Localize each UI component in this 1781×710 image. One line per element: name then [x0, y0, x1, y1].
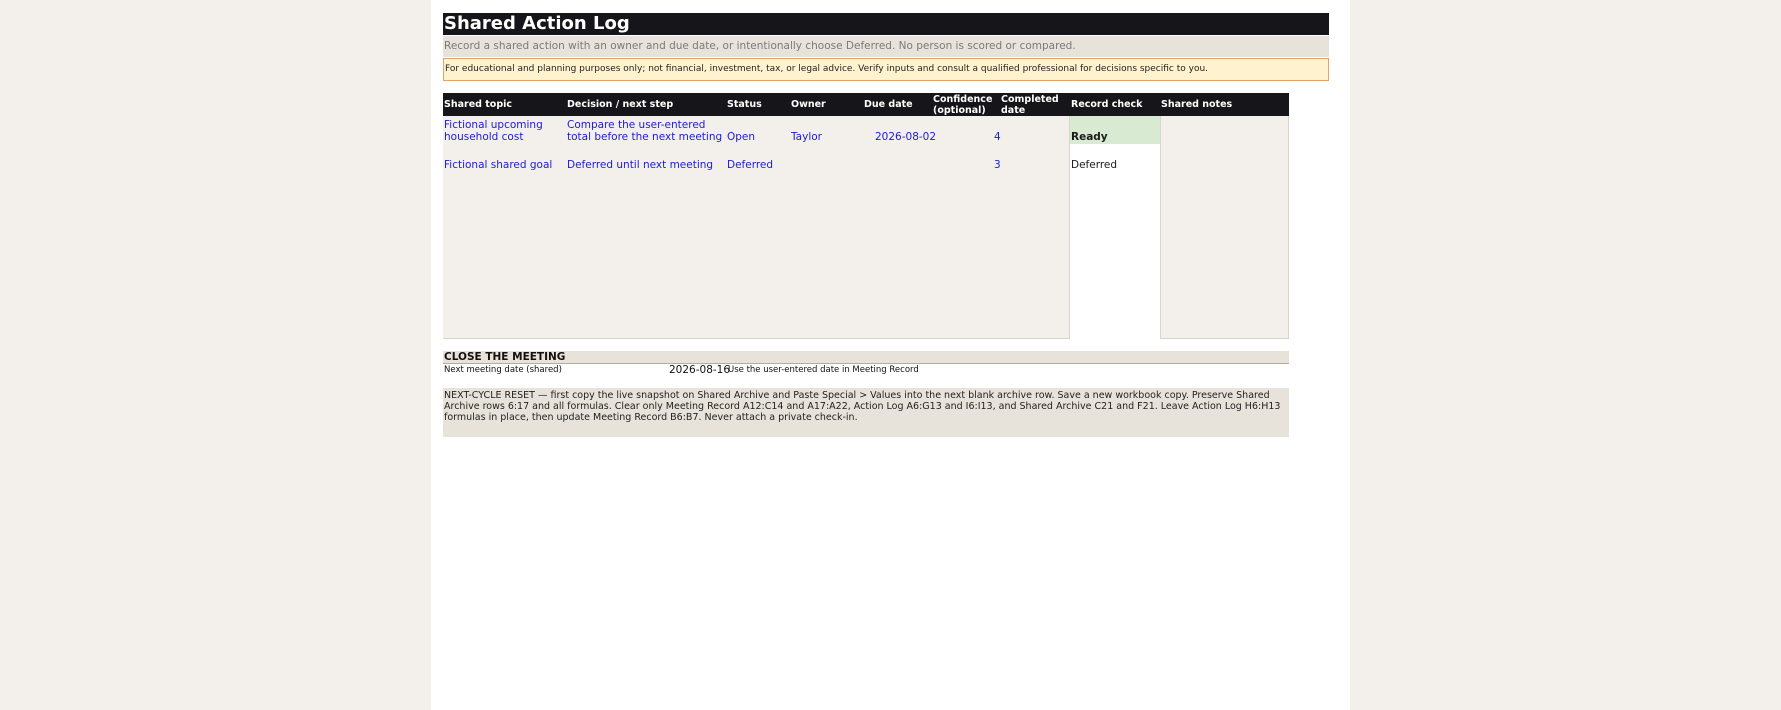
column-header-owner[interactable]: Owner	[790, 93, 863, 116]
row1-record-check: Ready	[1071, 131, 1108, 143]
column-header-shared-topic[interactable]: Shared topic	[443, 93, 566, 116]
column-header-status[interactable]: Status	[726, 93, 790, 116]
row1-topic-line1[interactable]: Fictional upcoming household cost	[444, 119, 544, 143]
action-log-input-area	[443, 116, 1070, 339]
row1-due-date[interactable]: 2026-08-02	[875, 131, 936, 144]
table-header: Shared topic Decision / next step Status…	[443, 93, 1289, 116]
column-header-completed-date[interactable]: Completed date	[1000, 93, 1070, 116]
row2-status[interactable]: Deferred	[727, 159, 773, 172]
page-title: Shared Action Log	[443, 13, 1329, 35]
row2-record-check: Deferred	[1071, 159, 1118, 171]
row1-status[interactable]: Open	[727, 131, 755, 144]
row1-owner[interactable]: Taylor	[791, 131, 822, 144]
column-header-due-date[interactable]: Due date	[863, 93, 932, 116]
row2-topic[interactable]: Fictional shared goal	[444, 159, 552, 172]
page-subtitle: Record a shared action with an owner and…	[443, 36, 1329, 57]
disclaimer-banner: For educational and planning purposes on…	[443, 58, 1329, 81]
next-meeting-date[interactable]: 2026-08-16	[669, 364, 730, 376]
row2-confidence[interactable]: 3	[994, 159, 1001, 172]
close-meeting-heading: CLOSE THE MEETING	[443, 351, 1289, 364]
row2-decision[interactable]: Deferred until next meeting	[567, 159, 713, 172]
row1-decision-cell[interactable]: Compare the user-entered total before th…	[567, 119, 727, 143]
row1-confidence[interactable]: 4	[994, 131, 1001, 144]
row1-decision[interactable]: Compare the user-entered total before th…	[567, 119, 727, 143]
column-header-record-check[interactable]: Record check	[1070, 93, 1160, 116]
row1-topic[interactable]: Fictional upcoming household cost	[444, 119, 544, 143]
column-header-confidence[interactable]: Confidence (optional)	[932, 93, 1000, 116]
column-header-decision[interactable]: Decision / next step	[566, 93, 726, 116]
column-header-shared-notes[interactable]: Shared notes	[1160, 93, 1289, 116]
next-meeting-label: Next meeting date (shared)	[444, 365, 562, 375]
shared-notes-area[interactable]	[1160, 116, 1289, 339]
next-cycle-reset-instructions: NEXT-CYCLE RESET — first copy the live s…	[443, 388, 1289, 437]
next-meeting-note: Use the user-entered date in Meeting Rec…	[728, 365, 919, 375]
